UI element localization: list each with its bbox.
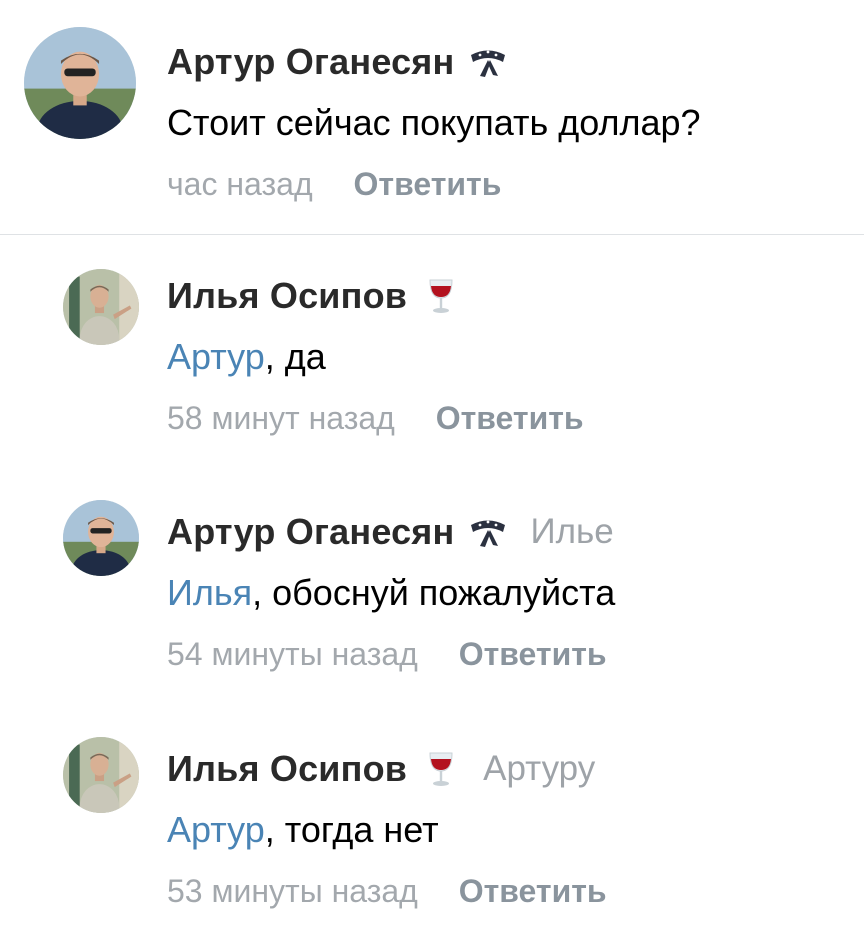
author-name[interactable]: Артур Оганесян — [167, 41, 454, 83]
timestamp: 58 минут назад — [167, 400, 395, 436]
divider — [0, 234, 864, 235]
reply-button[interactable]: Ответить — [354, 166, 502, 202]
user-photo-icon — [63, 269, 139, 345]
author-name[interactable]: Илья Осипов — [167, 275, 407, 317]
message-text: обоснуй пожалуйста — [272, 572, 616, 613]
comment-text: Артур, да — [167, 336, 584, 378]
author-name[interactable]: Илья Осипов — [167, 748, 407, 790]
reply-to-label: Илье — [530, 512, 614, 551]
avatar[interactable] — [63, 500, 139, 576]
mention-separator: , — [252, 572, 273, 613]
user-photo-icon — [24, 27, 136, 139]
mention-link[interactable]: Илья — [167, 572, 252, 613]
reply-button[interactable]: Ответить — [459, 873, 607, 909]
timestamp: 53 минуты назад — [167, 873, 418, 909]
avatar[interactable] — [24, 27, 136, 139]
mention-separator: , — [264, 809, 285, 850]
bandana-icon — [468, 42, 508, 82]
reply-button[interactable]: Ответить — [436, 400, 584, 436]
wine-glass-icon — [421, 749, 461, 789]
wine-glass-icon — [421, 276, 461, 316]
author-name[interactable]: Артур Оганесян — [167, 511, 454, 553]
avatar[interactable] — [63, 269, 139, 345]
comment-text: Илья, обоснуй пожалуйста — [167, 572, 615, 614]
reply-to-label: Артуру — [483, 749, 596, 788]
mention-link[interactable]: Артур — [167, 809, 265, 850]
user-photo-icon — [63, 737, 139, 813]
message-text: Стоит сейчас покупать доллар? — [167, 102, 701, 143]
mention-separator: , — [264, 336, 285, 377]
comment-text: Артур, тогда нет — [167, 809, 607, 851]
bandana-icon — [468, 512, 508, 552]
mention-link[interactable]: Артур — [167, 336, 265, 377]
reply-button[interactable]: Ответить — [459, 636, 607, 672]
message-text: да — [284, 336, 326, 377]
user-photo-icon — [63, 500, 139, 576]
avatar[interactable] — [63, 737, 139, 813]
comment-text: Стоит сейчас покупать доллар? — [167, 102, 701, 144]
message-text: тогда нет — [284, 809, 439, 850]
timestamp: 54 минуты назад — [167, 636, 418, 672]
timestamp: час назад — [167, 166, 313, 202]
